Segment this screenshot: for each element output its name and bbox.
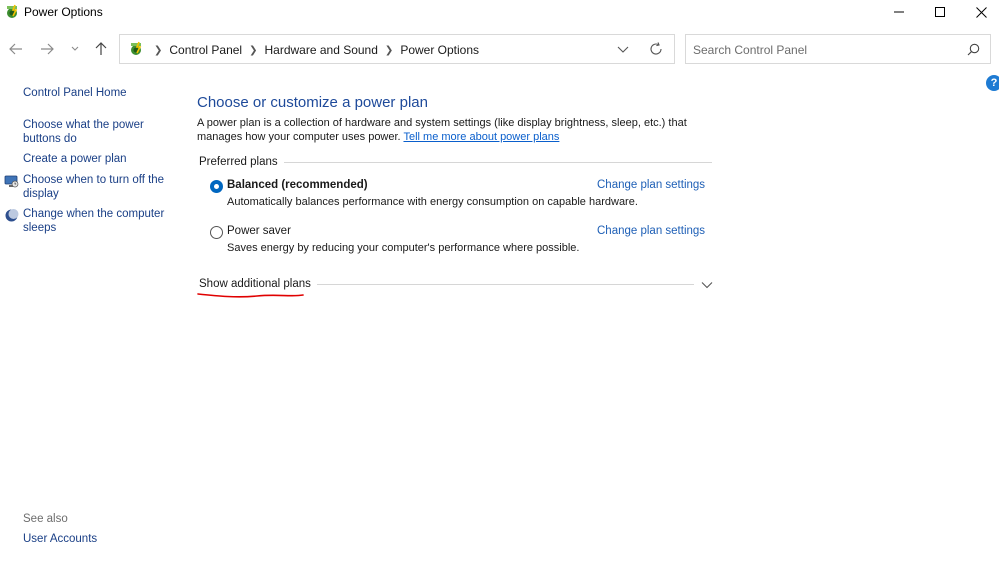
- page-description: A power plan is a collection of hardware…: [197, 117, 722, 144]
- power-saver-plan-name[interactable]: Power saver: [227, 225, 291, 237]
- address-dropdown-button[interactable]: [617, 43, 631, 57]
- navigation-bar: ❯ Control Panel ❯ Hardware and Sound ❯ P…: [0, 32, 999, 66]
- moon-icon: [4, 208, 19, 223]
- balanced-plan-name[interactable]: Balanced (recommended): [227, 179, 368, 191]
- minimize-button[interactable]: [877, 0, 921, 24]
- up-button[interactable]: [92, 40, 110, 58]
- search-icon[interactable]: [967, 43, 981, 57]
- chevron-right-icon: ❯: [249, 44, 258, 56]
- power-saver-change-settings-link[interactable]: Change plan settings: [597, 225, 705, 237]
- sidebar-link-computer-sleeps[interactable]: Change when the computer sleeps: [23, 208, 173, 235]
- page-title: Choose or customize a power plan: [197, 94, 428, 111]
- show-additional-plans-toggle[interactable]: Show additional plans: [199, 278, 317, 290]
- title-bar: Power Options: [0, 0, 999, 24]
- maximize-icon: [935, 7, 945, 17]
- forward-button[interactable]: [38, 40, 56, 58]
- refresh-button[interactable]: [649, 42, 663, 56]
- balanced-change-settings-link[interactable]: Change plan settings: [597, 179, 705, 191]
- monitor-icon: [4, 174, 19, 189]
- breadcrumb-control-panel[interactable]: Control Panel: [169, 43, 242, 57]
- window-title: Power Options: [24, 5, 103, 19]
- close-button[interactable]: [959, 0, 999, 24]
- help-button[interactable]: ?: [986, 75, 999, 91]
- power-saver-plan-radio[interactable]: [210, 226, 223, 239]
- minimize-icon: [894, 11, 904, 13]
- learn-more-link[interactable]: Tell me more about power plans: [403, 131, 559, 143]
- chevron-down-icon: [617, 46, 629, 53]
- chevron-right-icon: ❯: [384, 44, 394, 56]
- preferred-plans-label: Preferred plans: [199, 156, 284, 168]
- search-input[interactable]: [693, 42, 953, 58]
- chevron-down-icon: [71, 46, 79, 51]
- recent-locations-button[interactable]: [66, 40, 84, 58]
- address-bar[interactable]: ❯ Control Panel ❯ Hardware and Sound ❯ P…: [119, 34, 675, 64]
- search-box: [685, 34, 991, 64]
- close-icon: [975, 6, 987, 18]
- arrow-up-icon: [95, 42, 107, 55]
- sidebar-link-power-buttons[interactable]: Choose what the power buttons do: [23, 119, 173, 146]
- see-also-label: See also: [23, 513, 68, 525]
- user-accounts-link[interactable]: User Accounts: [23, 533, 97, 545]
- show-additional-divider: [306, 284, 694, 285]
- question-mark-icon: ?: [990, 77, 998, 89]
- red-underline-annotation: [197, 293, 304, 298]
- breadcrumb-power-options[interactable]: Power Options: [400, 43, 479, 57]
- power-saver-plan-description: Saves energy by reducing your computer's…: [227, 242, 580, 254]
- balanced-plan-radio[interactable]: [210, 180, 223, 193]
- power-options-app-icon: [4, 4, 20, 20]
- control-panel-home-link[interactable]: Control Panel Home: [23, 87, 173, 101]
- arrow-right-icon: [41, 43, 54, 55]
- refresh-icon: [650, 42, 662, 55]
- arrow-left-icon: [9, 43, 22, 55]
- back-button[interactable]: [7, 40, 25, 58]
- breadcrumb: ❯ Control Panel ❯ Hardware and Sound ❯ P…: [147, 43, 479, 57]
- chevron-right-icon: ❯: [154, 44, 163, 56]
- balanced-plan-description: Automatically balances performance with …: [227, 196, 638, 208]
- sidebar-link-turn-off-display[interactable]: Choose when to turn off the display: [23, 174, 173, 201]
- control-panel-icon: [128, 41, 144, 57]
- maximize-button[interactable]: [918, 0, 962, 24]
- chevron-down-icon[interactable]: [701, 279, 713, 291]
- breadcrumb-hardware-and-sound[interactable]: Hardware and Sound: [265, 43, 378, 57]
- sidebar-link-create-power-plan[interactable]: Create a power plan: [23, 153, 173, 167]
